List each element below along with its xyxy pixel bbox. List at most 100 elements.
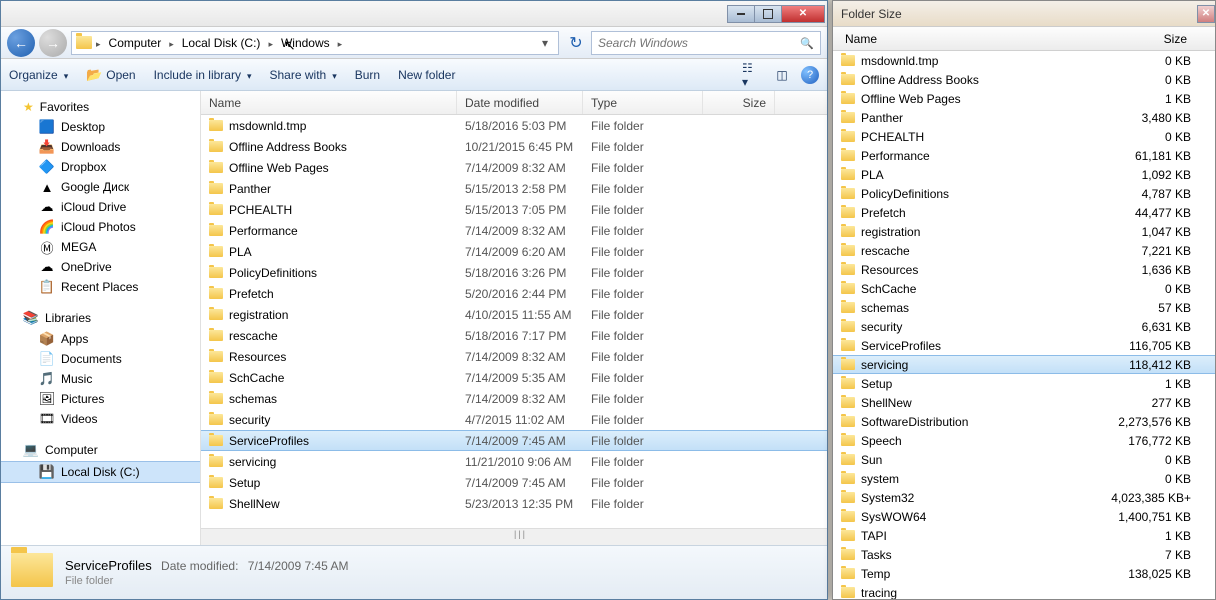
libraries-header[interactable]: Libraries <box>1 307 200 329</box>
horizontal-scrollbar[interactable] <box>201 528 827 545</box>
search-icon[interactable] <box>800 36 814 50</box>
folder-size-row[interactable]: Sun0 KB <box>833 450 1215 469</box>
file-row[interactable]: rescache5/18/2016 7:17 PMFile folder <box>201 325 827 346</box>
folder-size-row[interactable]: ShellNew277 KB <box>833 393 1215 412</box>
file-row[interactable]: ShellNew5/23/2013 12:35 PMFile folder <box>201 493 827 514</box>
favorites-item[interactable]: ⓂMEGA <box>1 237 200 257</box>
file-row[interactable]: ServiceProfiles7/14/2009 7:45 AMFile fol… <box>201 430 827 451</box>
folder-size-row[interactable]: Tasks7 KB <box>833 545 1215 564</box>
folder-size-row[interactable]: SchCache0 KB <box>833 279 1215 298</box>
folder-size-row[interactable]: System324,023,385 KB+ <box>833 488 1215 507</box>
file-row[interactable]: Prefetch5/20/2016 2:44 PMFile folder <box>201 283 827 304</box>
minimize-button[interactable] <box>727 5 755 23</box>
file-row[interactable]: Offline Address Books10/21/2015 6:45 PMF… <box>201 136 827 157</box>
file-row[interactable]: msdownld.tmp5/18/2016 5:03 PMFile folder <box>201 115 827 136</box>
favorites-item[interactable]: ☁iCloud Drive <box>1 197 200 217</box>
new-folder-button[interactable]: New folder <box>398 68 455 82</box>
file-row[interactable]: schemas7/14/2009 8:32 AMFile folder <box>201 388 827 409</box>
folder-size-row[interactable]: system0 KB <box>833 469 1215 488</box>
include-library-menu[interactable]: Include in library <box>154 68 252 82</box>
favorites-item[interactable]: 🔷Dropbox <box>1 157 200 177</box>
organize-menu[interactable]: Organize <box>9 68 68 82</box>
close-button[interactable] <box>781 5 825 23</box>
titlebar[interactable] <box>1 1 827 27</box>
search-box[interactable] <box>591 31 821 55</box>
file-row[interactable]: servicing11/21/2010 9:06 AMFile folder <box>201 451 827 472</box>
file-row[interactable]: registration4/10/2015 11:55 AMFile folde… <box>201 304 827 325</box>
chevron-right-icon[interactable] <box>336 36 345 50</box>
folder-size-row[interactable]: Speech176,772 KB <box>833 431 1215 450</box>
favorites-item[interactable]: 📥Downloads <box>1 137 200 157</box>
folder-size-row[interactable]: Panther3,480 KB <box>833 108 1215 127</box>
file-row[interactable]: Resources7/14/2009 8:32 AMFile folder <box>201 346 827 367</box>
column-name[interactable]: Name <box>837 32 1091 46</box>
column-date[interactable]: Date modified <box>457 91 583 114</box>
close-button[interactable] <box>1197 5 1215 23</box>
folder-size-list[interactable]: msdownld.tmp0 KBOffline Address Books0 K… <box>833 51 1215 599</box>
open-button[interactable]: 📂Open <box>86 67 135 83</box>
file-row[interactable]: PLA7/14/2009 6:20 AMFile folder <box>201 241 827 262</box>
file-row[interactable]: PolicyDefinitions5/18/2016 3:26 PMFile f… <box>201 262 827 283</box>
file-row[interactable]: PCHEALTH5/15/2013 7:05 PMFile folder <box>201 199 827 220</box>
favorites-item[interactable]: ☁OneDrive <box>1 257 200 277</box>
search-input[interactable] <box>598 36 800 50</box>
libraries-item[interactable]: 🖼Pictures <box>1 389 200 409</box>
libraries-item[interactable]: 🎞Videos <box>1 409 200 429</box>
breadcrumb[interactable]: Computer Local Disk (C:) Windows ▾ <box>71 31 559 55</box>
favorites-item[interactable]: ▲Google Диск <box>1 177 200 197</box>
burn-button[interactable]: Burn <box>355 68 380 82</box>
column-size[interactable]: Size <box>703 91 775 114</box>
refresh-button[interactable] <box>565 32 587 54</box>
folder-size-row[interactable]: msdownld.tmp0 KB <box>833 51 1215 70</box>
folder-size-row[interactable]: TAPI1 KB <box>833 526 1215 545</box>
libraries-item[interactable]: 🎵Music <box>1 369 200 389</box>
folder-size-row[interactable]: Temp138,025 KB <box>833 564 1215 583</box>
breadcrumb-folder[interactable]: Windows <box>277 36 334 50</box>
breadcrumb-dropdown[interactable]: ▾ <box>536 36 554 50</box>
favorites-item[interactable]: 📋Recent Places <box>1 277 200 297</box>
libraries-item[interactable]: 📦Apps <box>1 329 200 349</box>
folder-size-row[interactable]: SysWOW641,400,751 KB <box>833 507 1215 526</box>
folder-size-row[interactable]: ServiceProfiles116,705 KB <box>833 336 1215 355</box>
favorites-item[interactable]: 🌈iCloud Photos <box>1 217 200 237</box>
file-row[interactable]: Panther5/15/2013 2:58 PMFile folder <box>201 178 827 199</box>
libraries-item[interactable]: 📄Documents <box>1 349 200 369</box>
file-row[interactable]: Setup7/14/2009 7:45 AMFile folder <box>201 472 827 493</box>
share-menu[interactable]: Share with <box>270 68 337 82</box>
folder-size-row[interactable]: Setup1 KB <box>833 374 1215 393</box>
chevron-right-icon[interactable] <box>94 36 103 50</box>
folder-size-row[interactable]: tracing <box>833 583 1215 599</box>
preview-pane-button[interactable]: ◫ <box>771 64 793 86</box>
chevron-right-icon[interactable] <box>167 36 176 50</box>
file-row[interactable]: security4/7/2015 11:02 AMFile folder <box>201 409 827 430</box>
file-row[interactable]: Offline Web Pages7/14/2009 8:32 AMFile f… <box>201 157 827 178</box>
folder-size-row[interactable]: Performance61,181 KB <box>833 146 1215 165</box>
folder-size-row[interactable]: Offline Address Books0 KB <box>833 70 1215 89</box>
folder-size-row[interactable]: registration1,047 KB <box>833 222 1215 241</box>
folder-size-row[interactable]: schemas57 KB <box>833 298 1215 317</box>
breadcrumb-computer[interactable]: Computer <box>105 36 166 50</box>
column-size[interactable]: Size <box>1091 32 1211 46</box>
file-row[interactable]: SchCache7/14/2009 5:35 AMFile folder <box>201 367 827 388</box>
breadcrumb-drive[interactable]: Local Disk (C:) <box>178 36 265 50</box>
folder-size-row[interactable]: Prefetch44,477 KB <box>833 203 1215 222</box>
folder-size-row[interactable]: PolicyDefinitions4,787 KB <box>833 184 1215 203</box>
folder-size-row[interactable]: security6,631 KB <box>833 317 1215 336</box>
forward-button[interactable] <box>39 29 67 57</box>
folder-size-row[interactable]: PLA1,092 KB <box>833 165 1215 184</box>
column-name[interactable]: Name <box>201 91 457 114</box>
folder-size-row[interactable]: Offline Web Pages1 KB <box>833 89 1215 108</box>
computer-header[interactable]: Computer <box>1 439 200 461</box>
file-list[interactable]: msdownld.tmp5/18/2016 5:03 PMFile folder… <box>201 115 827 528</box>
maximize-button[interactable] <box>754 5 782 23</box>
favorites-header[interactable]: Favorites <box>1 97 200 117</box>
folder-size-row[interactable]: SoftwareDistribution2,273,576 KB <box>833 412 1215 431</box>
column-type[interactable]: Type <box>583 91 703 114</box>
titlebar[interactable]: Folder Size <box>833 1 1215 27</box>
help-button[interactable] <box>801 66 819 84</box>
favorites-item[interactable]: 🟦Desktop <box>1 117 200 137</box>
file-row[interactable]: Performance7/14/2009 8:32 AMFile folder <box>201 220 827 241</box>
folder-size-row[interactable]: rescache7,221 KB <box>833 241 1215 260</box>
folder-size-row[interactable]: Resources1,636 KB <box>833 260 1215 279</box>
navigation-pane[interactable]: Favorites 🟦Desktop📥Downloads🔷Dropbox▲Goo… <box>1 91 201 545</box>
